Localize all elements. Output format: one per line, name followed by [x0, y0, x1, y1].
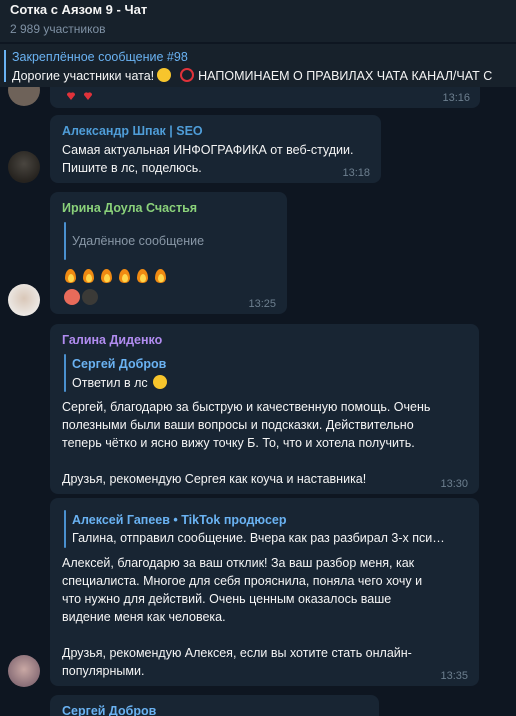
pinned-text-start: Дорогие участники чата!: [12, 69, 155, 83]
chat-header[interactable]: Сотка с Аязом 9 - Чат 2 989 участников: [0, 0, 516, 42]
pinned-text-end: НАПОМИНАЕМ О ПРАВИЛАХ ЧАТА КАНАЛ/ЧАТ С: [198, 69, 493, 83]
message-line: Алексей, благодарю за ваш отклик! За ваш…: [62, 556, 415, 570]
fire-emoji-icon: [64, 267, 77, 283]
message-bubble[interactable]: Ирина Доула Счастья Удалённое сообщение …: [50, 192, 287, 314]
message-line: Друзья, рекомендую Сергея как коуча и на…: [62, 472, 367, 486]
message-line: Друзья, рекомендую Алексея, если вы хоти…: [62, 646, 412, 660]
message-line: видение меня как человека.: [62, 610, 226, 624]
deleted-message-text: Удалённое сообщение: [72, 234, 205, 248]
reply-sender[interactable]: Сергей Добров: [72, 357, 166, 371]
pinned-indicator: [4, 50, 6, 82]
message-line: полезными были ваши вопросы и подсказки.…: [62, 418, 414, 432]
avatar[interactable]: [8, 151, 40, 183]
reply-text-value: Ответил в лс: [72, 376, 148, 390]
fire-emoji-row: [64, 266, 172, 284]
smile-emoji-icon: [157, 68, 172, 82]
smile-emoji-icon: [152, 375, 167, 389]
message-time: 13:16: [442, 92, 470, 104]
pinned-message-bar[interactable]: Закреплённое сообщение #98 Дорогие участ…: [0, 43, 516, 87]
sender-name[interactable]: Галина Диденко: [62, 333, 162, 347]
reply-bar: [64, 354, 66, 392]
message-line: популярными.: [62, 664, 145, 678]
reply-sender[interactable]: Алексей Гапеев • TikTok продюсер: [72, 513, 286, 527]
reply-text: Галина, отправил сообщение. Вчера как ра…: [72, 531, 445, 545]
message-time: 13:35: [440, 670, 468, 682]
chat-window: Сотка с Аязом 9 - Чат 2 989 участников З…: [0, 0, 516, 716]
message-line: Сергей, благодарю за быструю и качествен…: [62, 400, 431, 414]
pinned-title: Закреплённое сообщение #98: [12, 50, 188, 64]
sender-name[interactable]: Сергей Добров: [62, 704, 156, 716]
red-circle-emoji-icon: [180, 68, 195, 82]
sender-name[interactable]: Александр Шпак | SEO: [62, 124, 203, 138]
fire-emoji-icon: [154, 267, 167, 283]
message-line: Пишите в лс, поделюсь.: [62, 161, 202, 175]
chat-title: Сотка с Аязом 9 - Чат: [10, 2, 148, 17]
reaction-emoji-icon[interactable]: [64, 289, 80, 305]
heart-reactions-icon: [66, 88, 100, 100]
reactor-avatar[interactable]: [82, 289, 98, 305]
reply-text: Ответил в лс: [72, 375, 170, 390]
message-line: Самая актуальная ИНФОГРАФИКА от веб-студ…: [62, 143, 354, 157]
fire-emoji-icon: [118, 267, 131, 283]
fire-emoji-icon: [82, 267, 95, 283]
message-bubble[interactable]: Александр Шпак | SEO Самая актуальная ИН…: [50, 115, 381, 183]
message-bubble[interactable]: Сергей Добров: [50, 695, 379, 716]
avatar[interactable]: [8, 655, 40, 687]
sender-name[interactable]: Ирина Доула Счастья: [62, 201, 197, 215]
avatar[interactable]: [8, 284, 40, 316]
fire-emoji-icon: [100, 267, 113, 283]
message-line: специалиста. Многое для себя прояснила, …: [62, 574, 423, 588]
message-bubble[interactable]: Алексей Гапеев • TikTok продюсер Галина,…: [50, 498, 479, 686]
message-bubble[interactable]: Галина Диденко Сергей Добров Ответил в л…: [50, 324, 479, 494]
pinned-text: Дорогие участники чата! НАПОМИНАЕМ О ПРАВ…: [12, 68, 512, 83]
reply-bar: [64, 510, 66, 548]
member-count: 2 989 участников: [10, 22, 106, 36]
message-time: 13:25: [248, 298, 276, 310]
message-line: что нужно для действий. Очень ценным ока…: [62, 592, 392, 606]
fire-emoji-icon: [136, 267, 149, 283]
message-time: 13:18: [342, 167, 370, 179]
deleted-message-bar: [64, 222, 66, 260]
message-time: 13:30: [440, 478, 468, 490]
message-line: теперь чётко и ясно вижу точку Б. То, чт…: [62, 436, 415, 450]
